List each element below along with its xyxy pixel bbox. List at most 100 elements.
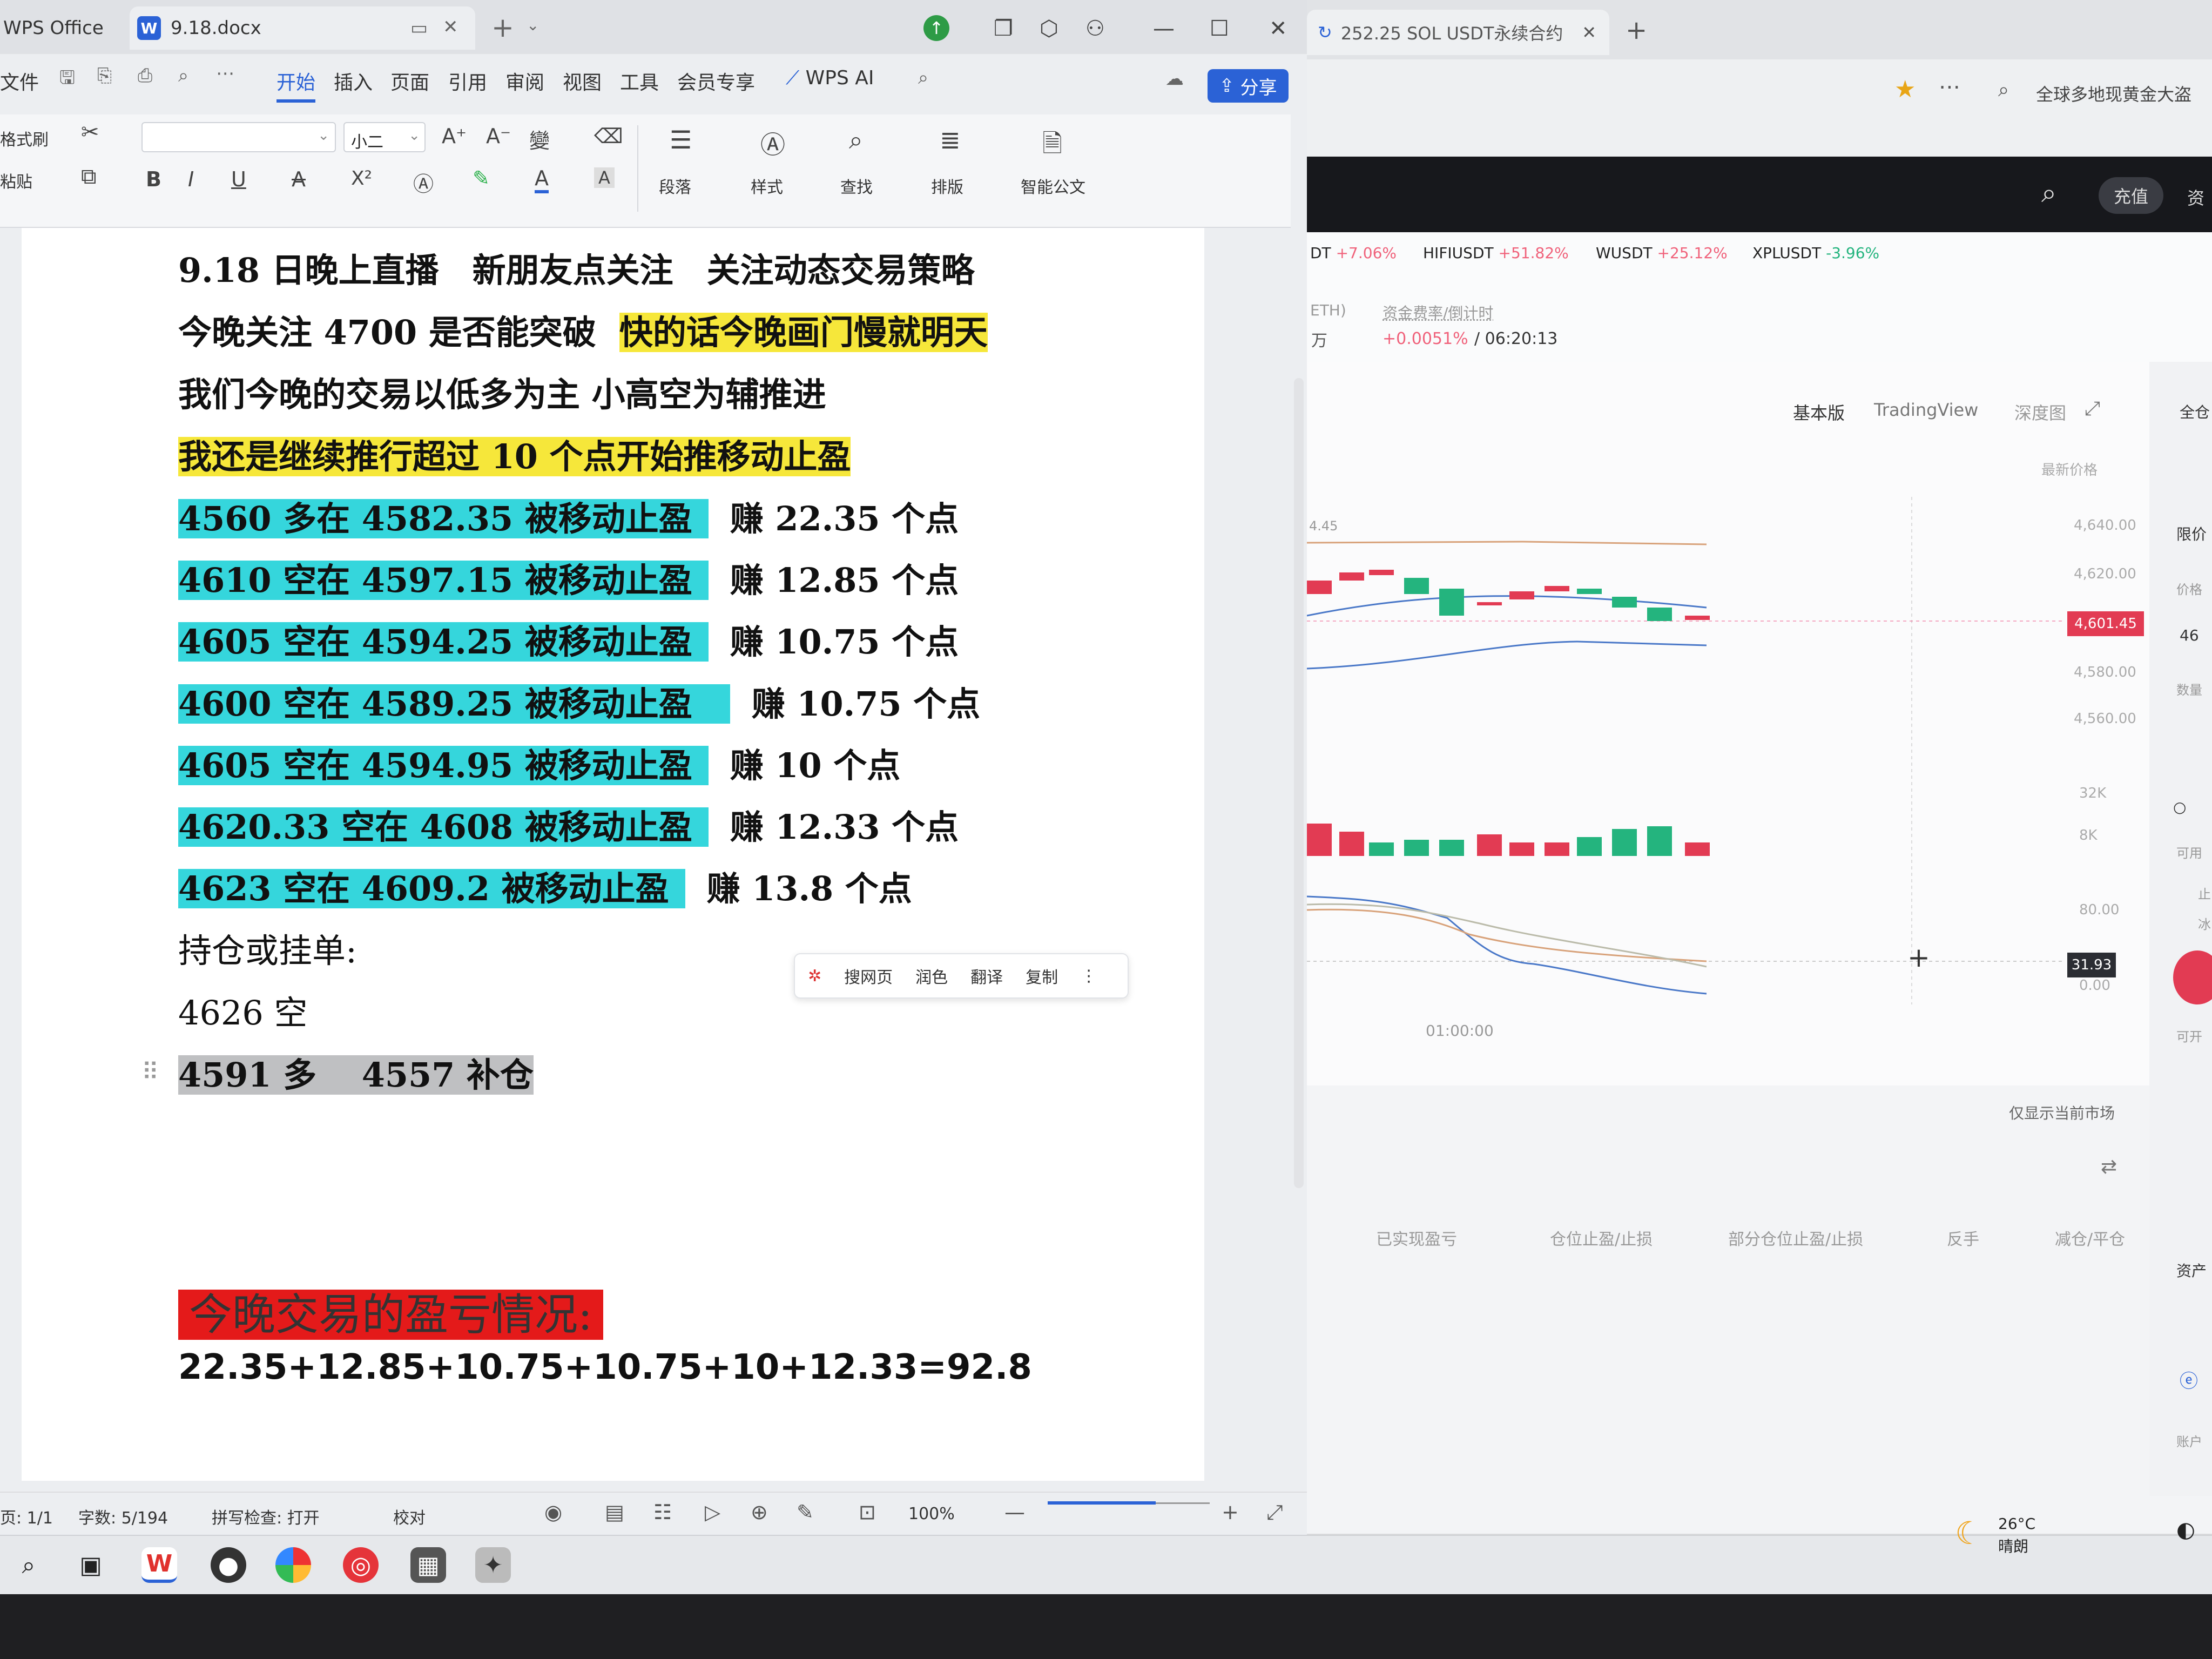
font-grow-icon[interactable]: A⁺ [442, 124, 467, 148]
zoom-level[interactable]: 100% [908, 1505, 955, 1523]
partial-tpsl-tab[interactable]: 部分仓位止盈/止损 [1728, 1226, 1863, 1250]
slider-dot-icon[interactable]: ○ [2173, 798, 2186, 816]
user-share-icon[interactable]: ⚇ [1085, 16, 1105, 41]
superscript-icon[interactable]: X² [351, 167, 372, 190]
reverse-tab[interactable]: 反手 [1947, 1226, 1979, 1250]
more-icon[interactable]: ⋯ [1939, 75, 1960, 99]
ticker-item[interactable]: DT +7.06% [1310, 244, 1397, 262]
chat-app-icon[interactable]: ● [211, 1547, 246, 1583]
new-tab-icon[interactable]: + [1626, 15, 1647, 45]
format-painter-button[interactable]: 格式刷 [0, 126, 49, 150]
wps-app-icon[interactable]: W [141, 1547, 177, 1583]
assets-link[interactable]: 资 [2187, 185, 2204, 210]
bold-icon[interactable]: B [146, 167, 161, 191]
upload-status-icon[interactable]: ↑ [923, 15, 949, 41]
share-button[interactable]: ⇪ 分享 [1208, 69, 1289, 103]
menu-home[interactable]: 开始 [276, 67, 316, 103]
drag-handle-icon[interactable]: ⠿ [141, 1058, 159, 1086]
buy-long-button[interactable] [2173, 950, 2212, 1004]
pen-icon[interactable]: ✎ [797, 1500, 814, 1524]
export-pdf-icon[interactable]: ⎘ [97, 65, 112, 86]
task-view-icon[interactable]: ▣ [73, 1547, 109, 1583]
bookmark-star-icon[interactable]: ★ [1894, 76, 1916, 103]
word-count[interactable]: 字数: 5/194 [78, 1505, 168, 1528]
cloud-sync-icon[interactable]: ☁ [1165, 68, 1184, 90]
chart-area[interactable]: 基本版 TradingView 深度图 ⤢ 最新价格 + 4.45 4,640.… [1307, 362, 2149, 1085]
print-preview-icon[interactable]: ⌕ [178, 65, 188, 86]
find-icon[interactable]: ⌕ [849, 125, 863, 156]
phonetic-guide-icon[interactable]: 變 [529, 124, 550, 154]
fullscreen-icon[interactable]: ⤢ [1266, 1500, 1283, 1525]
limit-label[interactable]: 限价 [2176, 523, 2207, 544]
tab-list-chevron-icon[interactable]: ⌄ [527, 16, 539, 34]
paste-button[interactable]: 粘贴 [0, 168, 32, 192]
calculator-icon[interactable]: ▦ [410, 1547, 446, 1583]
smart-doc-icon[interactable]: 🗎 [1042, 125, 1062, 167]
copy-icon[interactable]: ⧉ [81, 164, 97, 189]
maximize-icon[interactable]: ☐ [1210, 16, 1229, 41]
italic-icon[interactable]: I [188, 167, 194, 191]
styles-icon[interactable]: Ⓐ [760, 125, 785, 161]
ticker-item[interactable]: WUSDT +25.12% [1596, 244, 1728, 262]
spell-check-toggle[interactable]: 拼写检查: 打开 [212, 1505, 320, 1528]
new-tab-icon[interactable]: + [491, 12, 514, 43]
play-icon[interactable]: ▷ [705, 1500, 720, 1524]
eye-protection-icon[interactable]: ◉ [544, 1500, 562, 1524]
zoom-out-icon[interactable]: — [1004, 1500, 1025, 1524]
font-shrink-icon[interactable]: A⁻ [486, 124, 511, 148]
search-icon[interactable]: ⌕ [2041, 177, 2056, 209]
weather-temp[interactable]: 26°C [1998, 1515, 2035, 1533]
cut-icon[interactable]: ✂ [81, 120, 99, 145]
proofread-button[interactable]: 校对 [393, 1505, 426, 1528]
underline-icon[interactable]: U [231, 167, 246, 191]
menu-review[interactable]: 审阅 [505, 67, 544, 95]
layout-button[interactable]: 排版 [931, 174, 963, 198]
text-effect-icon[interactable]: Ⓐ [413, 167, 434, 197]
cube-icon[interactable]: ⬡ [1040, 16, 1058, 41]
web-view-icon[interactable]: ⊕ [751, 1500, 768, 1524]
highlight-color-icon[interactable]: ✎ [473, 166, 490, 190]
cross-margin-label[interactable]: 全仓 [2180, 401, 2210, 422]
price-input[interactable]: 46 [2180, 626, 2199, 644]
clear-format-icon[interactable]: ⌫ [594, 124, 623, 148]
char-shading-icon[interactable]: A [594, 167, 615, 188]
zoom-in-icon[interactable]: + [1222, 1500, 1239, 1524]
swap-icon[interactable]: ⇄ [2101, 1156, 2117, 1178]
recharge-button[interactable]: 充值 [2099, 177, 2163, 214]
menu-tools[interactable]: 工具 [620, 67, 659, 95]
ticker-item[interactable]: HIFIUSDT +51.82% [1423, 244, 1569, 262]
wps-home-tab[interactable]: WPS Office [0, 6, 124, 50]
font-family-select[interactable]: ⌄ [141, 122, 336, 152]
menu-insert[interactable]: 插入 [334, 67, 373, 95]
browser-search-text[interactable]: 全球多地现黄金大盗 [2036, 81, 2191, 106]
fit-page-icon[interactable]: ⊡ [859, 1500, 876, 1524]
more-icon[interactable]: ⋯ [216, 63, 234, 84]
menu-file[interactable]: 文件 [0, 67, 39, 95]
search-icon[interactable]: ⌕ [11, 1547, 46, 1583]
print-icon[interactable]: ⎙ [138, 65, 152, 86]
paragraph-icon[interactable]: ☰ [670, 125, 692, 154]
translate-button[interactable]: 翻译 [970, 964, 1003, 988]
minimize-icon[interactable]: — [1153, 16, 1175, 41]
realized-pnl-tab[interactable]: 已实现盈亏 [1376, 1226, 1457, 1250]
search-icon[interactable]: ⌕ [1998, 79, 2009, 102]
reduce-close-tab[interactable]: 减仓/平仓 [2055, 1226, 2125, 1250]
close-tab-icon[interactable]: ✕ [1582, 22, 1596, 43]
ticker-item[interactable]: XPLUSDT -3.96% [1752, 244, 1879, 262]
position-tpsl-tab[interactable]: 仓位止盈/止损 [1550, 1226, 1653, 1250]
menu-view[interactable]: 视图 [563, 67, 602, 95]
page-view-icon[interactable]: ▤ [605, 1500, 624, 1524]
outline-view-icon[interactable]: ☷ [653, 1500, 672, 1524]
browser-app-icon[interactable] [275, 1547, 311, 1583]
doc-tab[interactable]: W 9.18.docx ▭ ✕ [130, 6, 475, 50]
styles-button[interactable]: 样式 [751, 174, 783, 198]
photos-app-icon[interactable]: ✦ [475, 1547, 511, 1583]
menu-wps-ai[interactable]: ⟋ WPS AI [786, 67, 874, 90]
weather-desc[interactable]: 晴朗 [1998, 1535, 2028, 1556]
search-web-button[interactable]: 搜网页 [844, 964, 893, 988]
font-size-select[interactable]: 小二 ⌄ [343, 122, 426, 152]
polish-button[interactable]: 润色 [915, 964, 948, 988]
netease-music-icon[interactable]: ◎ [343, 1547, 379, 1583]
save-icon[interactable]: 🖫 [59, 65, 75, 96]
search-icon[interactable]: ⌕ [918, 67, 928, 89]
